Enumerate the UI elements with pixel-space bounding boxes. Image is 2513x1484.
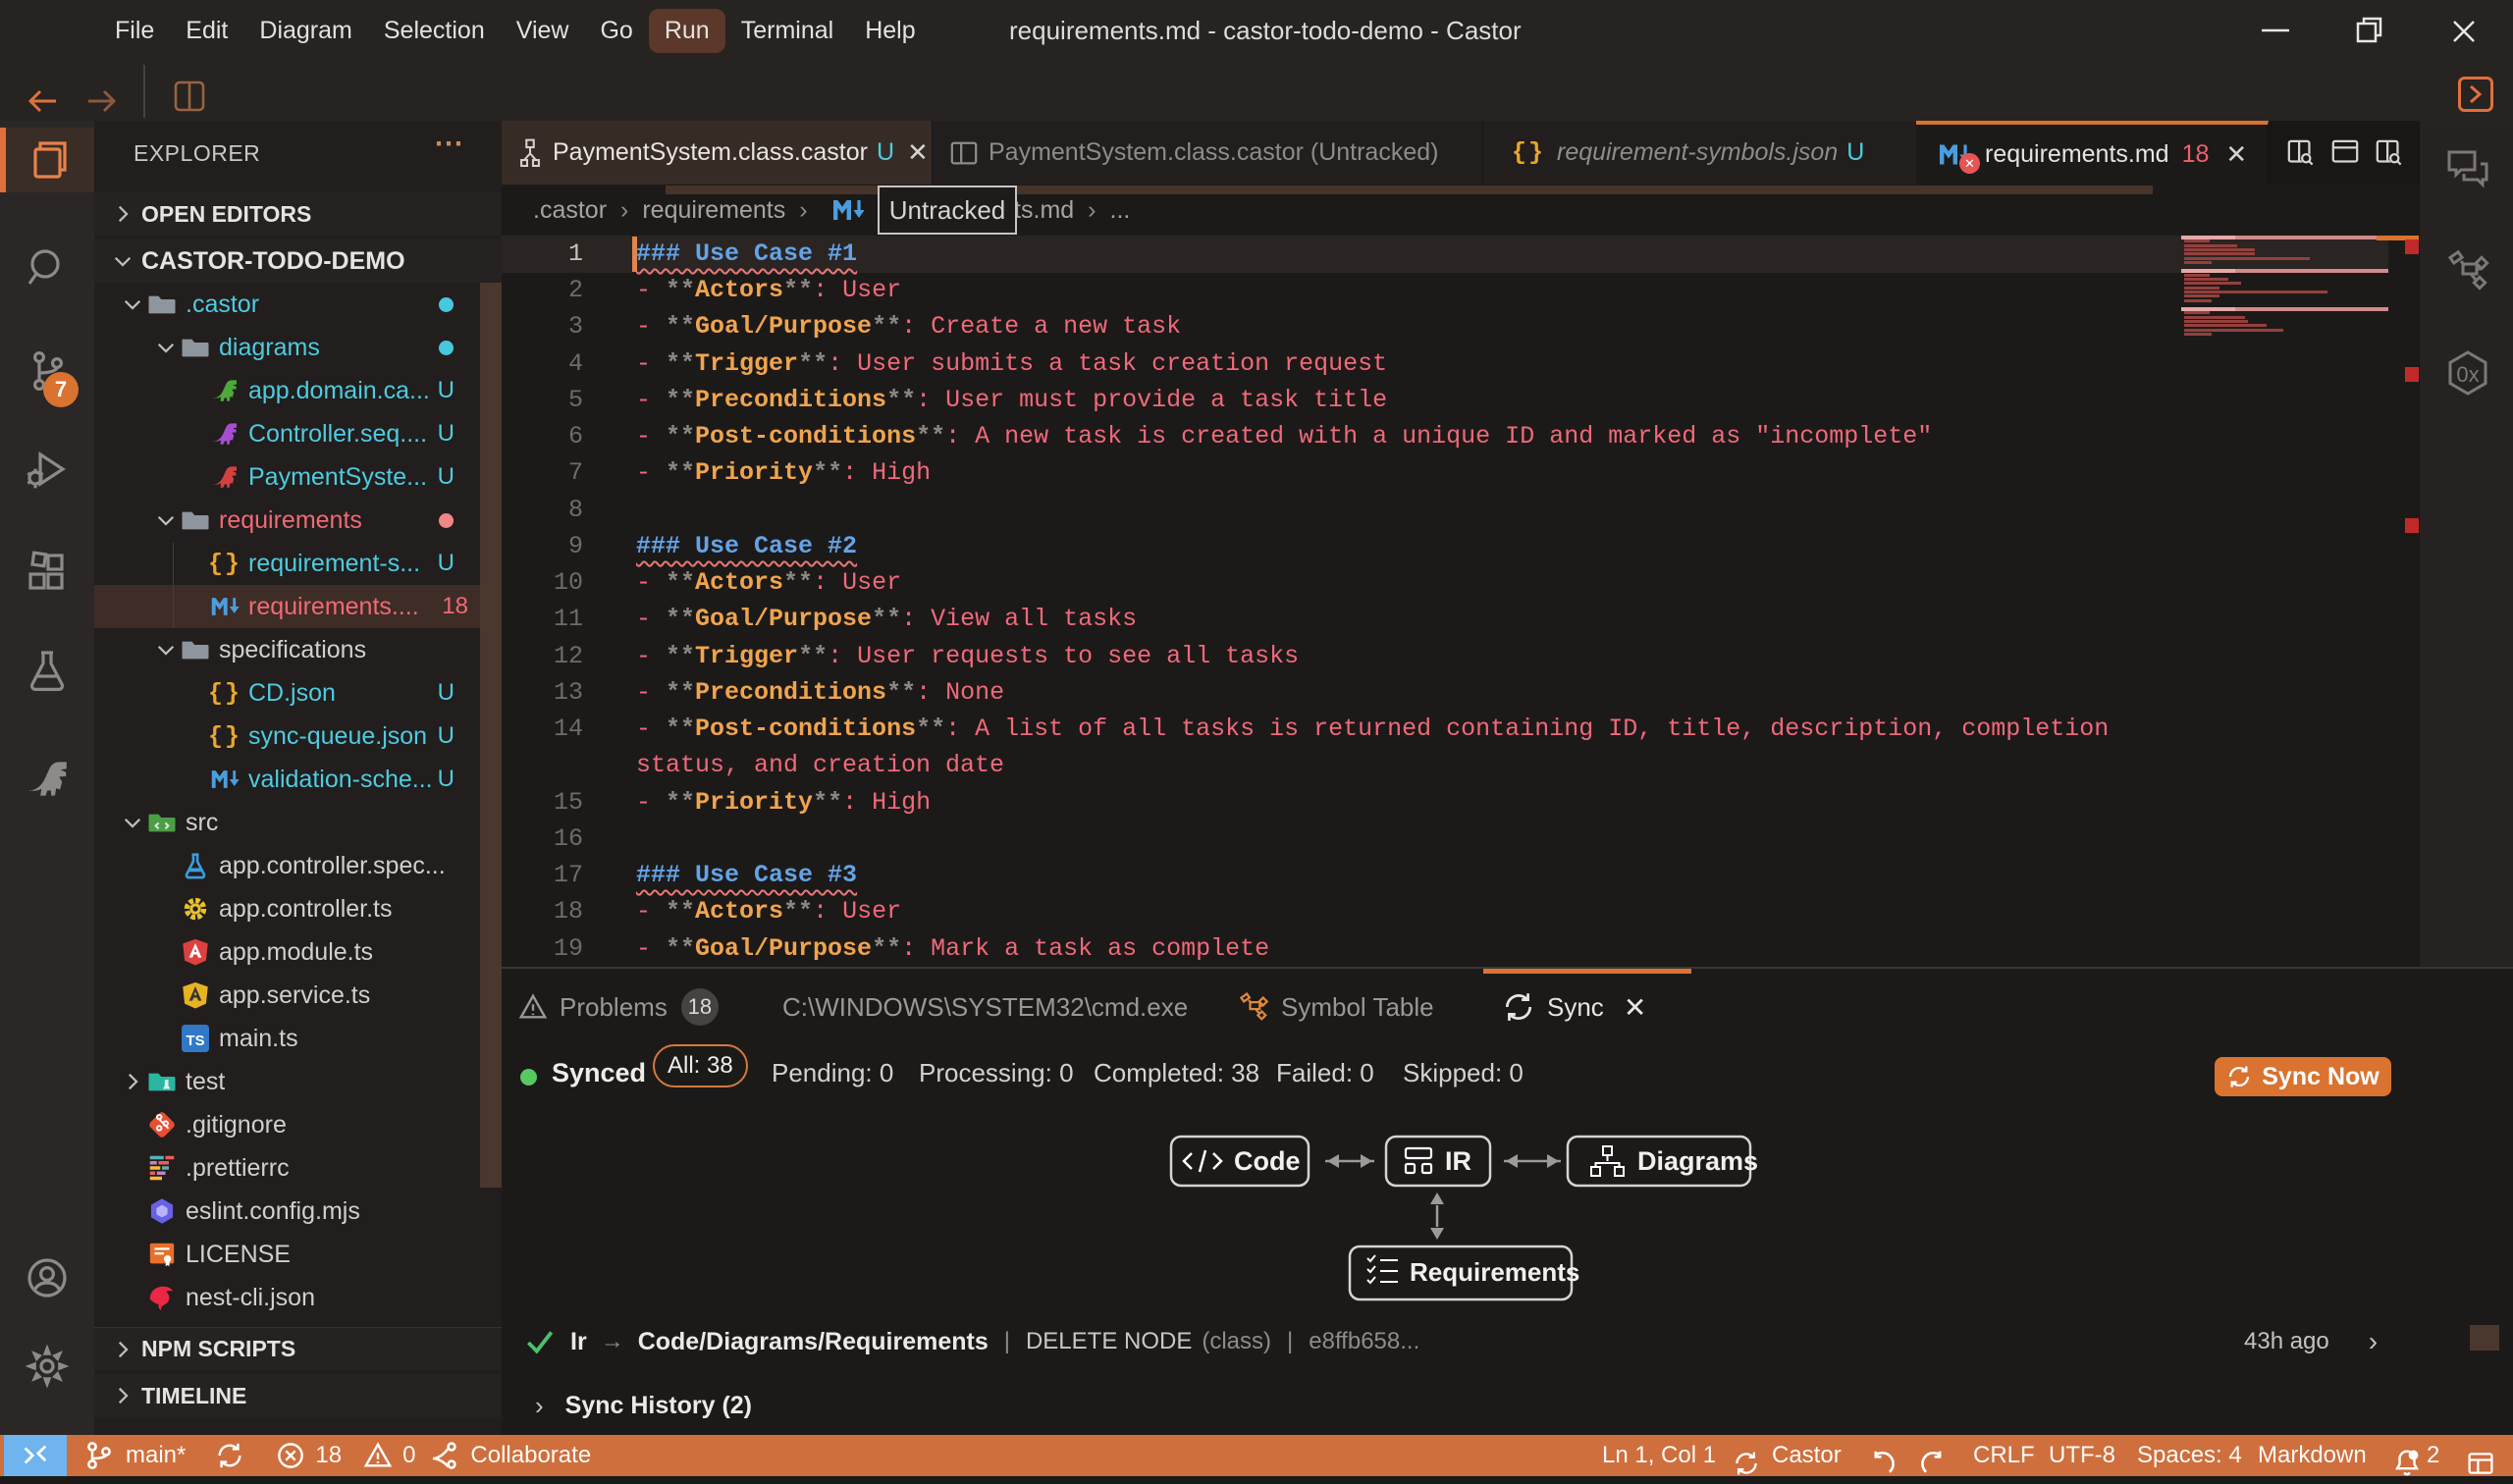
svg-text:IR: IR — [1445, 1146, 1471, 1176]
svg-text:Diagrams: Diagrams — [1637, 1146, 1758, 1176]
svg-text:Code: Code — [1234, 1146, 1301, 1176]
svg-text:TS: TS — [187, 1034, 205, 1049]
svg-text:0x: 0x — [2456, 362, 2479, 387]
svg-text:Requirements: Requirements — [1410, 1257, 1579, 1287]
